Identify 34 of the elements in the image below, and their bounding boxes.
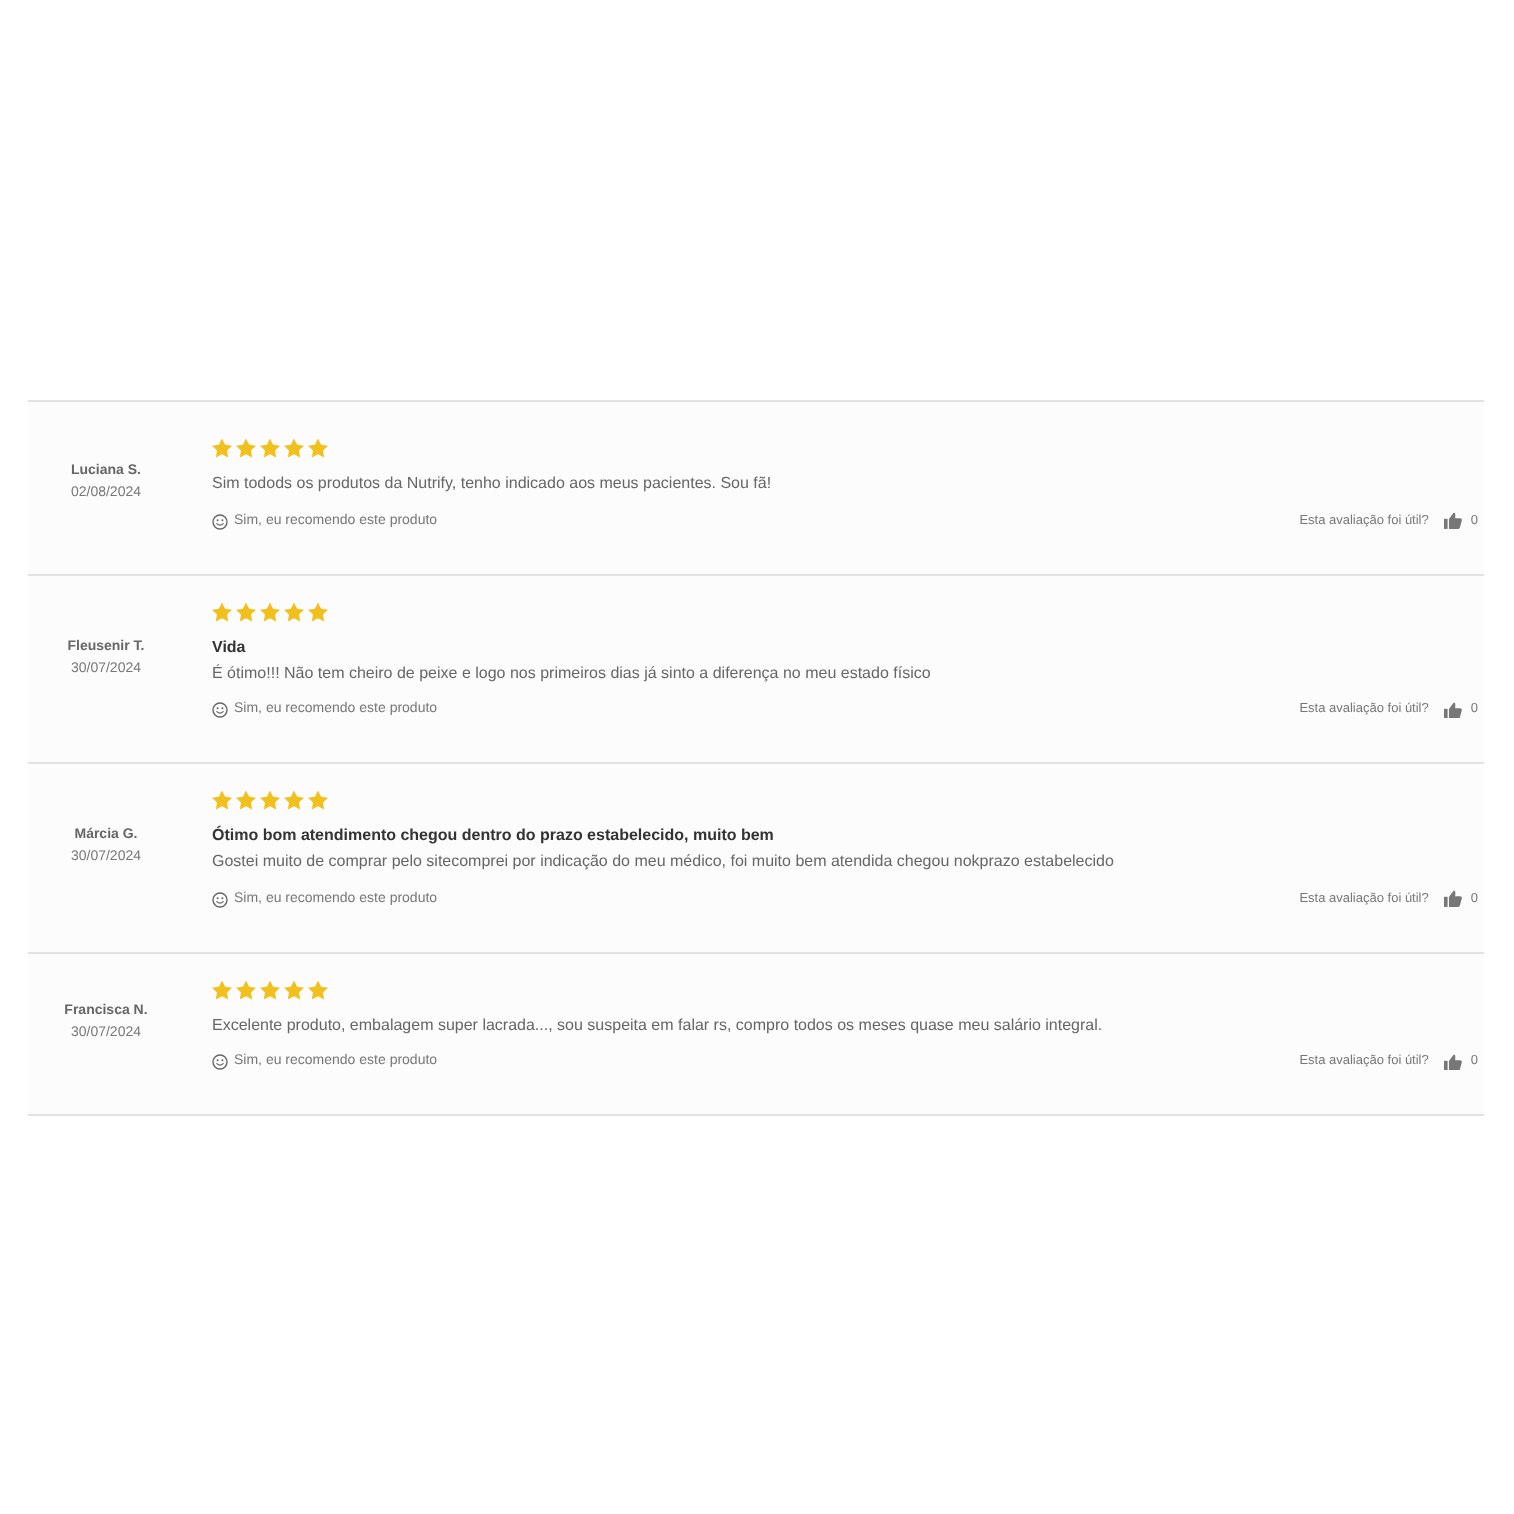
star-icon bbox=[260, 979, 280, 999]
star-icon bbox=[284, 601, 304, 621]
review-title: Ótimo bom atendimento chegou dentro do prazo estabelecido, muito bem bbox=[212, 823, 776, 848]
star-icon bbox=[236, 438, 256, 458]
star-icon bbox=[308, 601, 328, 621]
smiley-icon bbox=[212, 891, 228, 907]
review-text: Gostei muito de comprar pelo sitecomprei por indicação do meu médico, foi muito bem atendida chegou nokprazo estabelecido bbox=[212, 850, 1116, 874]
review-text: Excelente produto, embalagem super lacrada..., sou suspeita em falar rs, compro todos os meses quase meu salário integral. bbox=[212, 1013, 1105, 1038]
star-icon bbox=[236, 790, 256, 810]
star-icon bbox=[236, 979, 256, 999]
star-icon bbox=[284, 438, 304, 458]
thumbs-up-icon bbox=[1444, 701, 1463, 719]
star-icon bbox=[260, 790, 280, 810]
thumbs-up-icon bbox=[1444, 1053, 1463, 1071]
star-icon bbox=[212, 790, 232, 810]
star-icon bbox=[308, 790, 328, 810]
star-icon bbox=[260, 438, 280, 458]
thumbs-up-icon bbox=[1444, 890, 1463, 908]
smiley-icon bbox=[212, 513, 228, 529]
review-text: Sim todods os produtos da Nutrify, tenho indicado aos meus pacientes. Sou fã! bbox=[212, 472, 774, 496]
star-icon bbox=[212, 979, 232, 999]
star-icon bbox=[260, 601, 280, 621]
review-title: Vida bbox=[212, 635, 248, 659]
review-text: É ótimo!!! Não tem cheiro de peixe e logo nos primeiros dias já sinto a diferença no meu estado físico bbox=[212, 661, 933, 686]
star-icon bbox=[284, 979, 304, 999]
star-icon bbox=[236, 601, 256, 621]
smiley-icon bbox=[212, 1054, 228, 1070]
star-icon bbox=[308, 979, 328, 999]
star-icon bbox=[212, 601, 232, 621]
star-icon bbox=[284, 790, 304, 810]
thumbs-up-icon bbox=[1444, 512, 1463, 530]
smiley-icon bbox=[212, 702, 228, 718]
star-icon bbox=[308, 438, 328, 458]
star-icon bbox=[212, 438, 232, 458]
